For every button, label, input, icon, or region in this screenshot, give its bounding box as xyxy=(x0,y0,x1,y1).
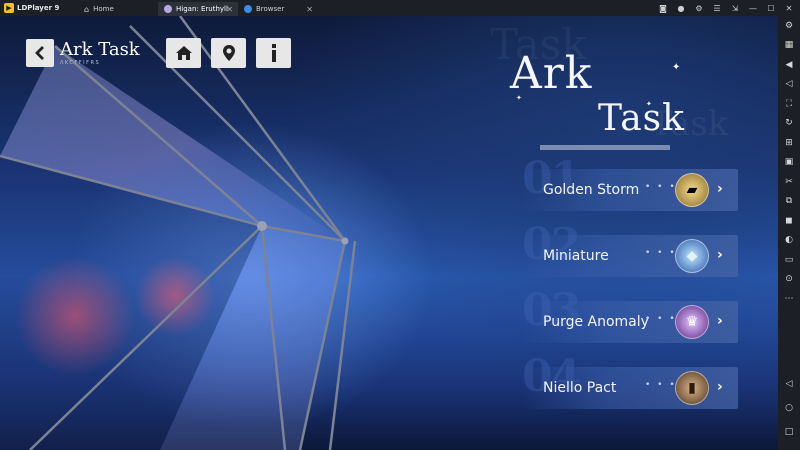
keyboard-icon[interactable]: ▦ xyxy=(778,36,800,56)
task-label: Niello Pact xyxy=(543,380,617,396)
house-icon xyxy=(175,46,192,60)
rotate-icon[interactable]: ↻ xyxy=(778,114,800,134)
purple-crest-icon: ♛ xyxy=(675,305,709,339)
title-underline xyxy=(540,145,670,150)
tab-close-icon[interactable]: ✕ xyxy=(226,5,233,14)
menu-icon[interactable]: ☰ xyxy=(708,4,726,13)
emulator-sidebar: ⚙ ▦ ◀ ◁ ⛶ ↻ ⊞ ▣ ✂ ⧉ ◼ ◐ ▭ ⊙ ⋯ ◁ ○ □ xyxy=(778,16,800,450)
task-item-niello-pact[interactable]: 04 Niello Pact • • • ▮ › xyxy=(520,351,738,409)
chevron-right-icon: › xyxy=(717,181,723,197)
emulator-titlebar: ▶ LDPlayer 9 ⌂ Home Higan: Eruthyll ✕ Br… xyxy=(0,0,800,16)
browser-icon xyxy=(244,5,252,13)
install-apk-icon[interactable]: ⊞ xyxy=(778,133,800,153)
page-title: Ark Task xyxy=(60,38,140,60)
minimize-icon[interactable]: — xyxy=(744,4,762,13)
task-item-purge-anomaly[interactable]: 03 Purge Anomaly • • • ♛ › xyxy=(520,285,738,343)
emulator-brand: ▶ LDPlayer 9 xyxy=(0,3,78,13)
dots-icon: • • • xyxy=(645,182,677,192)
fullscreen-icon[interactable]: ⛶ xyxy=(778,94,800,114)
sparkle-icon: ✦ xyxy=(672,62,681,73)
game-icon xyxy=(164,5,172,13)
info-icon xyxy=(271,44,276,62)
location-icon[interactable]: ⊙ xyxy=(778,270,800,290)
multi-instance-icon[interactable]: ⧉ xyxy=(778,192,800,212)
task-item-miniature[interactable]: 02 Miniature • • • ◆ › xyxy=(520,219,738,277)
volume-down-icon[interactable]: ◁ xyxy=(778,75,800,95)
sparkle-icon: ✦ xyxy=(646,100,652,108)
chevron-right-icon: › xyxy=(717,379,723,395)
tab-close-icon[interactable]: ✕ xyxy=(306,5,313,14)
account-icon[interactable]: ● xyxy=(672,4,690,13)
tab-home[interactable]: ⌂ Home xyxy=(78,2,158,16)
chevron-right-icon: › xyxy=(717,313,723,329)
sparkle-icon: ✦ xyxy=(516,94,522,102)
task-item-golden-storm[interactable]: 01 Golden Storm • • • ▰ › xyxy=(520,153,738,211)
dots-icon: • • • xyxy=(645,380,677,390)
record-icon[interactable]: ◼ xyxy=(778,211,800,231)
hero-title-word2: Task xyxy=(598,98,685,139)
blue-crystal-icon: ◆ xyxy=(675,239,709,273)
back-button[interactable] xyxy=(26,39,54,67)
resize-icon[interactable]: ⇲ xyxy=(726,4,744,13)
folder-icon[interactable]: ▭ xyxy=(778,250,800,270)
volume-up-icon[interactable]: ◀ xyxy=(778,55,800,75)
gamepad-icon[interactable]: ◙ xyxy=(654,4,672,13)
page-title-block: Ark Task ΛKCFFIFRS xyxy=(60,38,150,66)
dots-icon: • • • xyxy=(645,314,677,324)
tab-game[interactable]: Higan: Eruthyll ✕ xyxy=(158,2,238,16)
task-label: Golden Storm xyxy=(543,182,640,198)
hero-title-word1: Ark xyxy=(510,48,593,99)
task-label: Miniature xyxy=(543,248,609,264)
home-button[interactable] xyxy=(166,38,201,68)
settings-icon[interactable]: ⚙ xyxy=(690,4,708,13)
settings-gear-icon[interactable]: ⚙ xyxy=(778,16,800,36)
red-glyph-glow xyxy=(15,256,135,376)
dots-icon: • • • xyxy=(645,248,677,258)
scissors-icon[interactable]: ✂ xyxy=(778,172,800,192)
brand-name: LDPlayer 9 xyxy=(17,4,60,12)
game-screen: Ark Task ΛKCFFIFRS Task Task Ark Task ✦ … xyxy=(0,16,778,450)
tome-icon: ▮ xyxy=(675,371,709,405)
chevron-left-icon xyxy=(35,46,44,60)
ldplayer-logo-icon: ▶ xyxy=(4,3,14,13)
close-icon[interactable]: ✕ xyxy=(780,4,798,13)
sync-icon[interactable]: ◐ xyxy=(778,231,800,251)
page-subtitle: ΛKCFFIFRS xyxy=(60,59,101,66)
map-pin-icon xyxy=(222,45,235,61)
red-glyph-glow xyxy=(135,256,215,336)
info-button[interactable] xyxy=(256,38,291,68)
map-button[interactable] xyxy=(211,38,246,68)
maximize-icon[interactable]: ☐ xyxy=(762,4,780,13)
screenshot-icon[interactable]: ▣ xyxy=(778,153,800,173)
home-icon: ⌂ xyxy=(84,4,90,14)
back-icon[interactable]: ◁ xyxy=(778,372,800,396)
tab-browser[interactable]: Browser ✕ xyxy=(238,2,318,16)
gold-ticket-icon: ▰ xyxy=(675,173,709,207)
top-navigation: Ark Task ΛKCFFIFRS xyxy=(26,38,291,68)
recent-apps-icon[interactable]: □ xyxy=(778,420,800,444)
chevron-right-icon: › xyxy=(717,247,723,263)
more-icon[interactable]: ⋯ xyxy=(778,289,800,309)
task-label: Purge Anomaly xyxy=(543,314,649,330)
android-home-icon[interactable]: ○ xyxy=(778,396,800,420)
